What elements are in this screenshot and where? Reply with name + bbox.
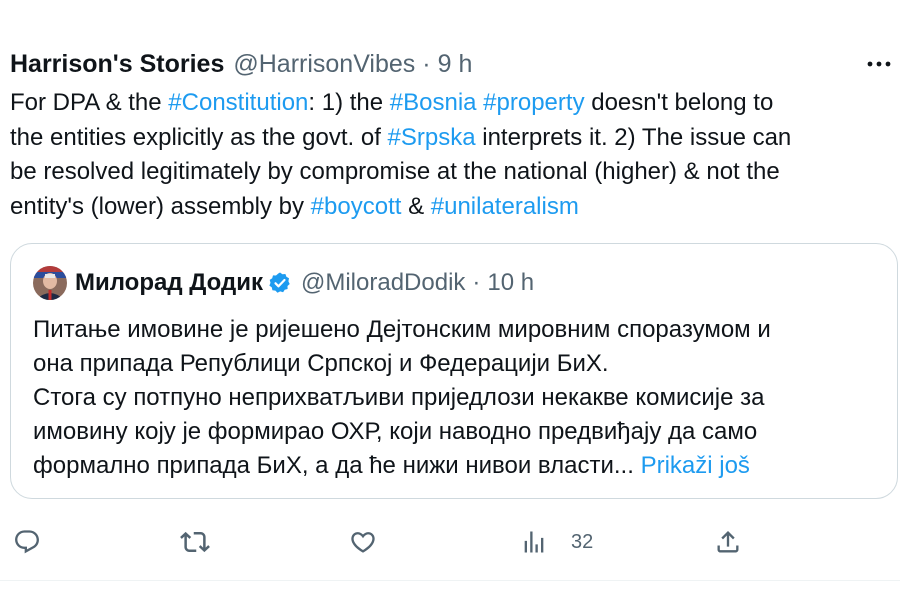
- tweet-header: Harrison's Stories @HarrisonVibes · 9 h: [10, 48, 472, 80]
- author-handle[interactable]: @HarrisonVibes: [233, 50, 415, 79]
- quoted-header-separator: ·: [472, 269, 481, 296]
- more-dots-icon: [866, 55, 892, 73]
- verified-badge-icon: [268, 271, 292, 295]
- share-icon: [714, 528, 742, 556]
- retweet-button[interactable]: [180, 522, 210, 562]
- quoted-text-line: Стога су потпуно неприхватљиви приједлоз…: [33, 384, 765, 411]
- tweet-text-line: entity's (lower) assembly by #boycott & …: [10, 190, 890, 225]
- tweet-text-segment: interprets it. 2) The issue can: [475, 123, 792, 151]
- tweet-timestamp[interactable]: 9 h: [438, 50, 473, 79]
- author-name[interactable]: Harrison's Stories: [10, 50, 224, 79]
- more-options-button[interactable]: [862, 50, 896, 78]
- quoted-text-line: она припада Републици Српској и Федераци…: [33, 350, 609, 377]
- hashtag-link[interactable]: #property: [483, 89, 584, 116]
- divider: [0, 580, 900, 581]
- tweet-text-segment: : 1) the: [308, 89, 390, 116]
- hashtag-link[interactable]: #Srpska: [388, 124, 476, 151]
- quoted-text-line: формално припада БиХ, а да ће нижи нивои…: [33, 452, 634, 479]
- quoted-author-name[interactable]: Милорад Додик: [75, 269, 263, 297]
- avatar[interactable]: [33, 266, 67, 300]
- retweet-icon: [180, 527, 210, 557]
- quoted-text-line: имовину коју је формирао ОХР, који навод…: [33, 418, 758, 445]
- tweet-text-line: be resolved legitimately by compromise a…: [10, 155, 890, 190]
- tweet-text-segment: entity's (lower) assembly by: [10, 192, 311, 220]
- views-count: 32: [571, 530, 594, 553]
- tweet[interactable]: Harrison's Stories @HarrisonVibes · 9 h …: [0, 0, 900, 600]
- tweet-text-segment: &: [401, 192, 431, 220]
- reply-button[interactable]: [13, 522, 41, 562]
- tweet-text-line: For DPA & the #Constitution: 1) the #Bos…: [10, 86, 890, 121]
- tweet-text: For DPA & the #Constitution: 1) the #Bos…: [10, 86, 890, 224]
- quoted-tweet-header: Милорад Додик @MiloradDodik · 10 h: [33, 265, 534, 301]
- quoted-tweet-card[interactable]: Милорад Додик @MiloradDodik · 10 h Питањ…: [10, 243, 898, 499]
- heart-icon: [349, 528, 377, 556]
- reply-icon: [13, 528, 41, 556]
- tweet-text-segment: the entities explicitly as the govt. of: [10, 123, 388, 151]
- tweet-actions-bar: 32: [0, 522, 900, 562]
- hashtag-link[interactable]: #Constitution: [168, 89, 308, 116]
- show-more-link[interactable]: Prikaži još: [641, 452, 750, 479]
- quoted-text-line: Питање имовине је ријешено Дејтонским ми…: [33, 316, 771, 343]
- quoted-tweet-timestamp[interactable]: 10 h: [487, 269, 534, 297]
- hashtag-link[interactable]: #boycott: [311, 193, 402, 220]
- views-button[interactable]: 32: [520, 522, 593, 562]
- like-button[interactable]: [349, 522, 377, 562]
- tweet-text-segment: doesn't belong to: [584, 89, 774, 116]
- quoted-author-handle[interactable]: @MiloradDodik: [301, 269, 465, 297]
- header-separator: ·: [422, 49, 431, 78]
- tweet-text-line: the entities explicitly as the govt. of …: [10, 121, 890, 156]
- share-button[interactable]: [714, 522, 742, 562]
- tweet-text-segment: For DPA & the: [10, 89, 169, 116]
- quoted-text-line-last: формално припада БиХ, а да ће нижи нивои…: [33, 449, 883, 483]
- views-chart-icon: [520, 528, 548, 556]
- tweet-text-segment: be resolved legitimately by compromise a…: [10, 158, 780, 185]
- hashtag-link[interactable]: #unilateralism: [431, 193, 579, 220]
- hashtag-link[interactable]: #Bosnia: [390, 89, 477, 116]
- quoted-tweet-text: Питање имовине је ријешено Дејтонским ми…: [33, 313, 883, 483]
